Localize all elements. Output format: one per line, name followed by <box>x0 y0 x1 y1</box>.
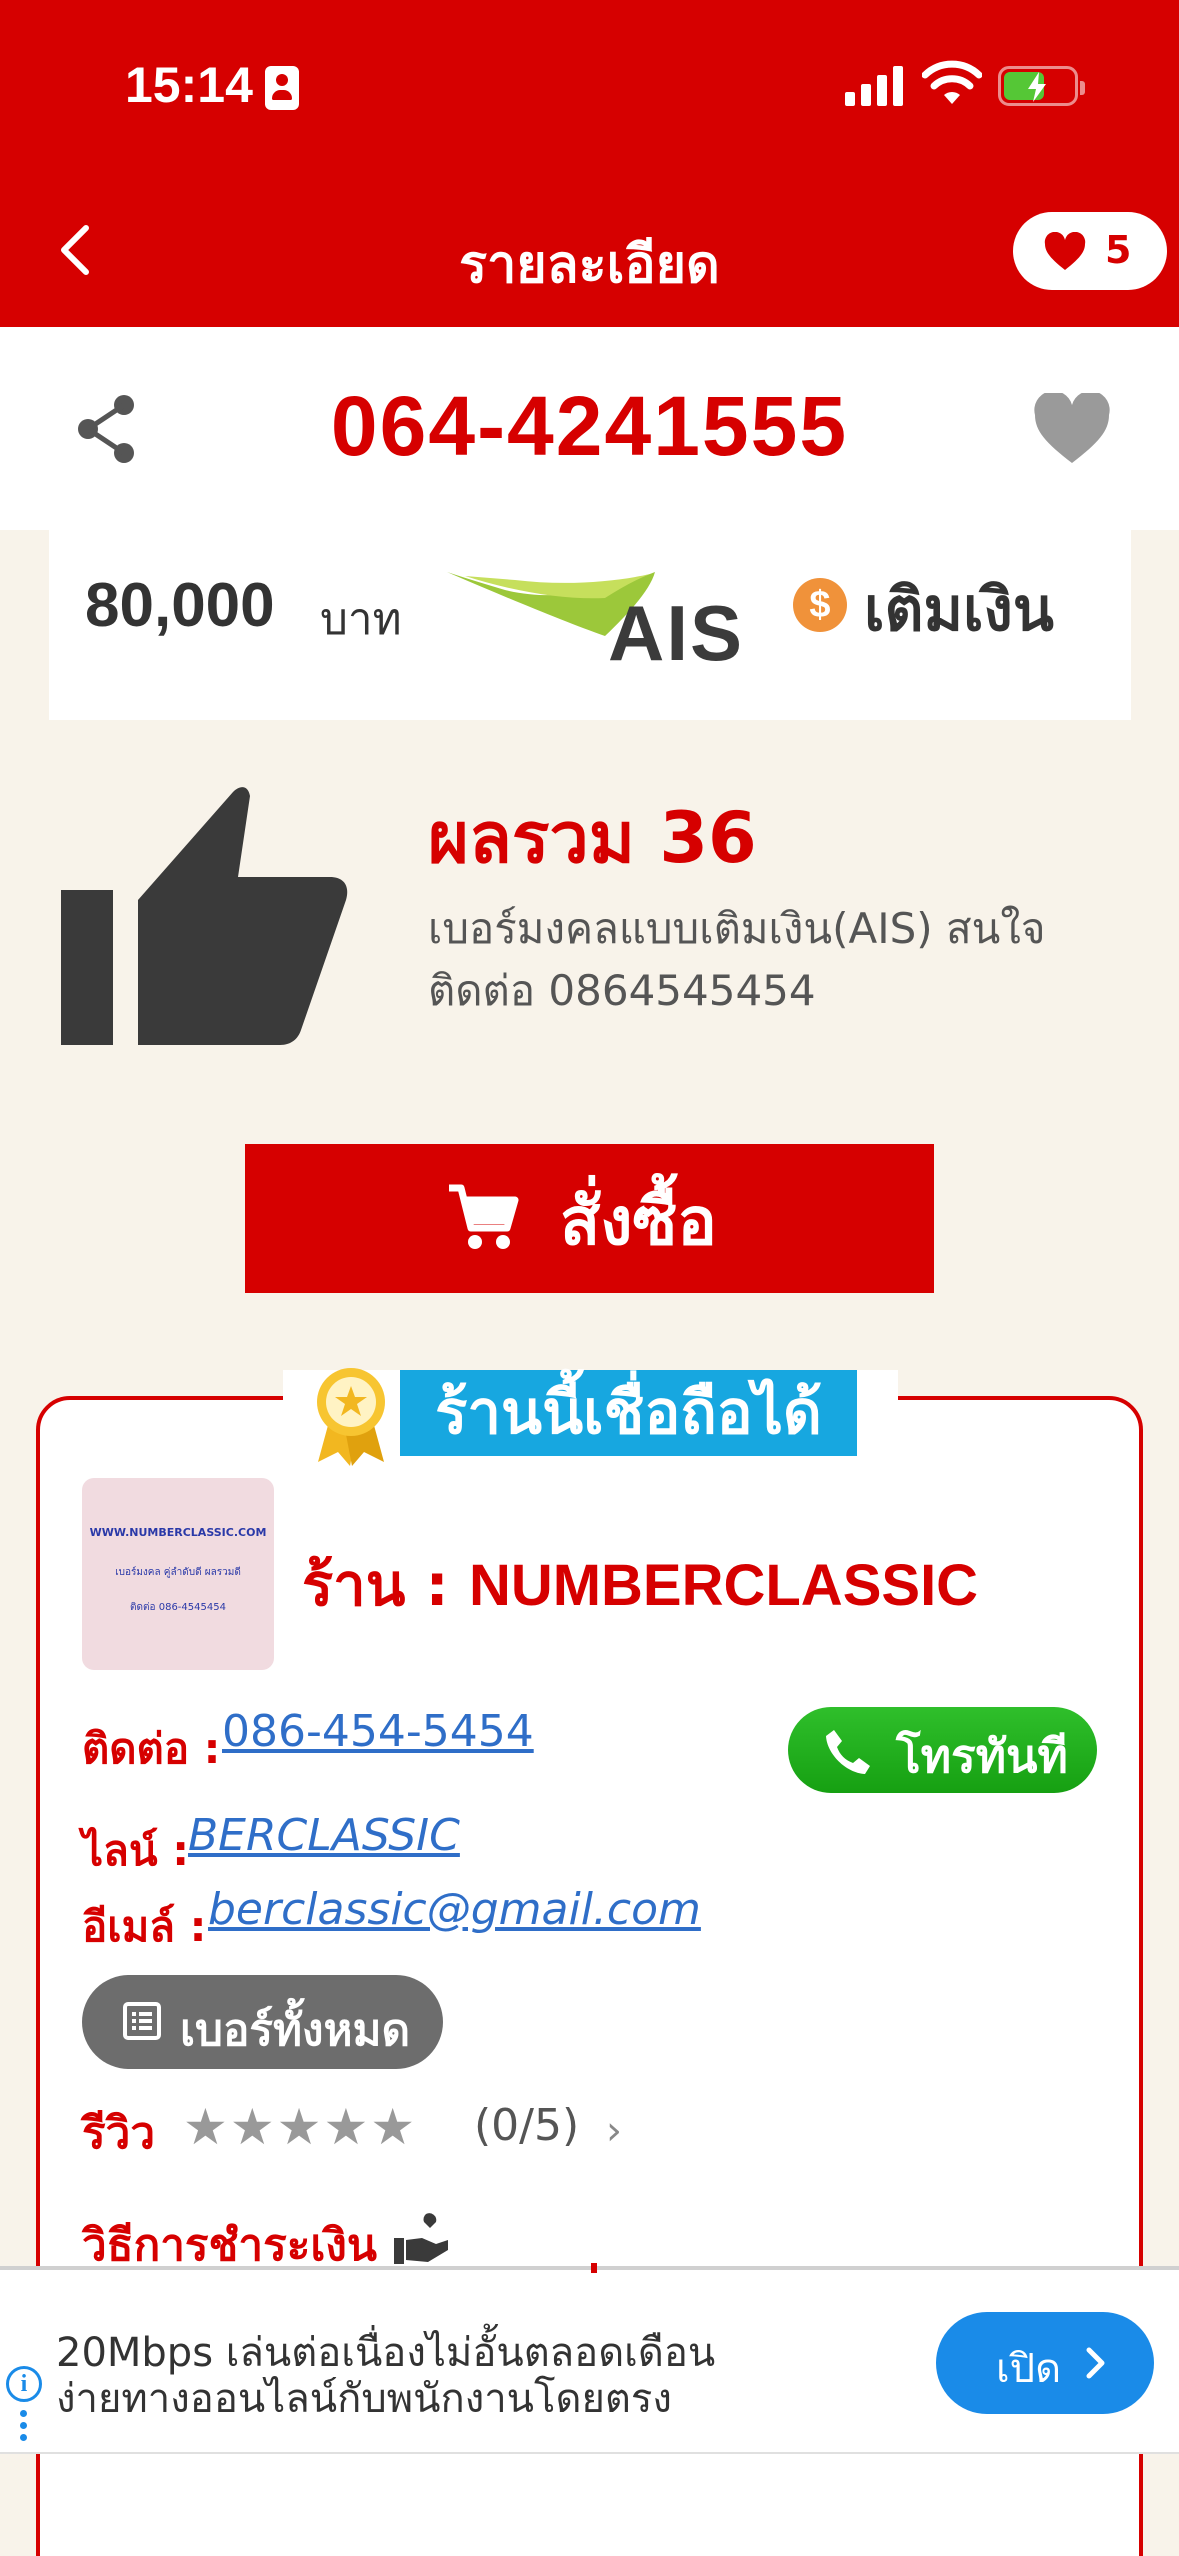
rating-score: (0/5) <box>474 2100 580 2151</box>
contact-phone-link[interactable]: 086-454-5454 <box>222 1706 534 1757</box>
buy-button[interactable]: สั่งซื้อ <box>245 1144 934 1293</box>
email-link[interactable]: berclassic@gmail.com <box>208 1884 701 1935</box>
ad-divider-mark <box>591 2263 597 2273</box>
payment-hand-icon <box>394 2213 448 2264</box>
chevron-right-icon <box>1086 2347 1105 2379</box>
rating-stars: ★★★★★ <box>183 2098 418 2156</box>
shop-logo-line: เบอร์มงคล คู่ลำดับดี ผลรวมดี <box>115 1567 241 1578</box>
line-label: ไลน์ : <box>82 1826 189 1875</box>
page-title: รายละเอียด <box>459 235 720 295</box>
favorites-button[interactable]: 5 <box>1013 212 1167 290</box>
plan-type: เติมเงิน <box>864 575 1054 645</box>
medal-icon <box>317 1368 385 1466</box>
shop-logo: WWW.NUMBERCLASSIC.COM เบอร์มงคล คู่ลำดับ… <box>82 1478 274 1670</box>
ad-line-2: ง่ายทางออนไลน์กับพนักงานโดยตรง <box>56 2376 672 2422</box>
thumbs-up-icon <box>61 787 348 1045</box>
shop-logo-line: ติดต่อ 086-4545454 <box>130 1602 226 1613</box>
line-id-link[interactable]: BERCLASSIC <box>188 1810 460 1861</box>
ad-open-button[interactable]: เปิด <box>936 2312 1154 2414</box>
shop-logo-line: WWW.NUMBERCLASSIC.COM <box>89 1526 267 1539</box>
ad-line-1: 20Mbps เล่นต่อเนื่องไม่อั้นตลอดเดือน <box>56 2330 716 2376</box>
ad-open-label: เปิด <box>996 2346 1062 2392</box>
price-amount: 80,000 <box>85 571 275 640</box>
phone-number: 064-4241555 <box>330 379 849 473</box>
status-time: 15:14 <box>125 57 253 113</box>
shop-name-value: NUMBERCLASSIC <box>468 1553 979 1618</box>
email-label: อีเมล์ : <box>82 1902 207 1951</box>
coin-icon: $ <box>793 578 847 632</box>
contact-card-icon <box>265 66 299 110</box>
call-now-button[interactable]: โทรทันที <box>788 1707 1097 1793</box>
operator-name: AIS <box>608 589 745 677</box>
favorites-count: 5 <box>1105 228 1132 272</box>
price-unit: บาท <box>320 594 402 645</box>
sum-total: ผลรวม 36 <box>428 797 757 879</box>
favorite-heart-icon[interactable] <box>1032 393 1112 467</box>
heart-icon <box>1044 232 1086 270</box>
number-description: เบอร์มงคลแบบเติมเงิน(AIS) สนใจติดต่อ 086… <box>428 904 1046 1015</box>
info-icon[interactable]: i <box>6 2366 42 2402</box>
chevron-right-icon[interactable]: › <box>606 2108 622 2154</box>
trust-badge: ร้านนี้เชื่อถือได้ <box>400 1370 857 1456</box>
ad-text: 20Mbps เล่นต่อเนื่องไม่อั้นตลอดเดือน ง่า… <box>56 2330 715 2422</box>
battery-icon <box>998 66 1085 106</box>
buy-label: สั่งซื้อ <box>560 1183 717 1260</box>
shop-name: ร้าน : NUMBERCLASSIC <box>302 1538 978 1631</box>
cart-icon <box>449 1184 519 1249</box>
review-label: รีวิว <box>82 2108 156 2159</box>
list-icon <box>123 2002 161 2040</box>
shop-name-prefix: ร้าน : <box>302 1551 469 1619</box>
all-numbers-label: เบอร์ทั้งหมด <box>180 2005 411 2056</box>
contact-label: ติดต่อ : <box>82 1724 221 1773</box>
more-options-icon[interactable] <box>20 2410 28 2450</box>
call-now-label: โทรทันที <box>896 1729 1068 1783</box>
all-numbers-button[interactable]: เบอร์ทั้งหมด <box>82 1975 443 2069</box>
wifi-icon <box>922 60 982 104</box>
phone-icon <box>826 1730 870 1774</box>
signal-icon <box>845 62 905 106</box>
